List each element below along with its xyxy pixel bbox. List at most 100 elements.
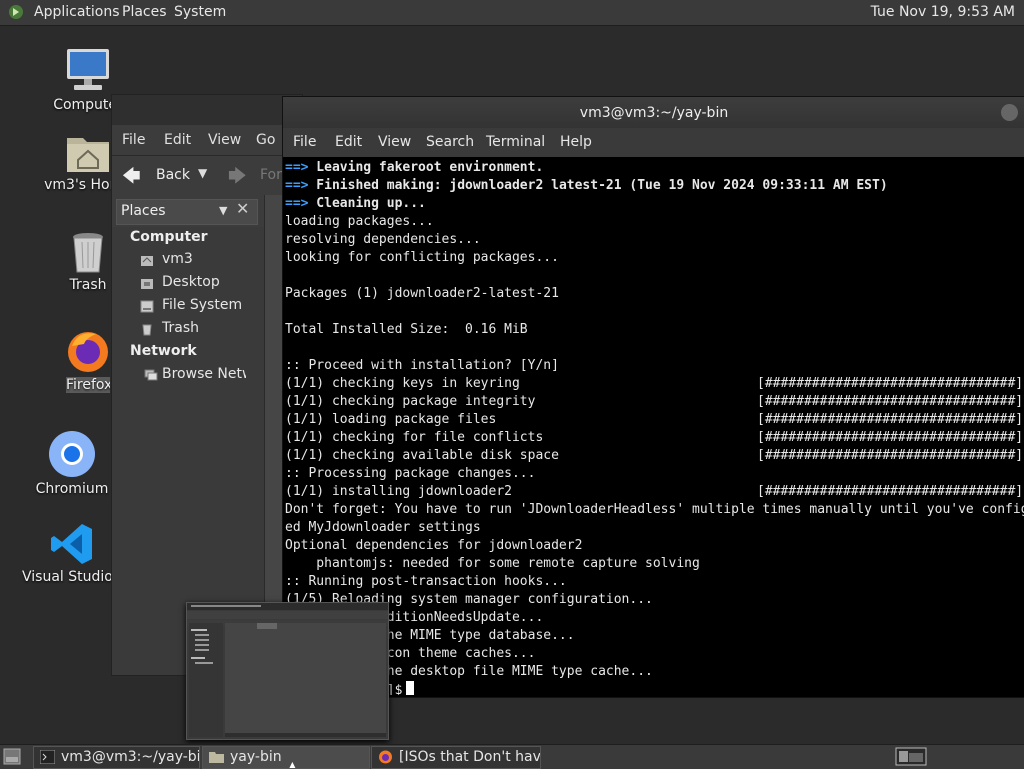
sidebar-item-trash[interactable]: Trash — [162, 320, 199, 336]
workspace-switcher-icon[interactable] — [895, 747, 927, 766]
forward-arrow-icon: 🡆 — [228, 166, 247, 187]
back-history-dropdown-icon[interactable]: ▼ — [198, 166, 207, 180]
file-manager-window[interactable]: File Edit View Go 🡄 Back ▼ 🡆 Forward Pla… — [111, 94, 303, 676]
terminal-line: (1/1) loading package files [############… — [285, 411, 1024, 429]
window-preview-thumbnail[interactable] — [186, 602, 389, 740]
terminal-output[interactable]: ==> Leaving fakeroot environment. ==> Fin… — [285, 159, 1024, 695]
terminal-menu-file[interactable]: File — [293, 134, 316, 150]
taskbar-item-label: yay-bin — [230, 749, 282, 765]
sidebar-item-desktop[interactable]: Desktop — [162, 274, 220, 290]
applications-menu[interactable]: Applications — [34, 4, 120, 20]
terminal-line: Total Installed Size: 0.16 MiB — [285, 321, 1024, 339]
terminal-line: Don't forget: You have to run 'JDownload… — [285, 501, 1024, 519]
terminal-line: bin]$ — [285, 681, 1024, 695]
taskbar-item-label: [ISOs that Don't hav... — [399, 749, 541, 765]
sidebar-heading-network: Network — [130, 343, 197, 359]
terminal-line: ConditionNeedsUpdate... — [285, 609, 1024, 627]
fm-menu-view[interactable]: View — [208, 132, 241, 148]
terminal-menubar: File Edit View Search Terminal Help — [283, 128, 1024, 157]
desktop-icon-label: Chromium — [35, 481, 109, 497]
terminal-line-text: :: Proceed with installation? [Y/n] — [285, 358, 559, 373]
fm-menu-file[interactable]: File — [122, 132, 145, 148]
places-dropdown-label: Places — [121, 203, 166, 219]
sidebar-item-file-system[interactable]: File System — [162, 297, 242, 313]
progress-bar-text: [################################] — [757, 412, 1024, 427]
desktop-icon-label: Visual Studio Code — [22, 569, 122, 585]
fm-menu-go[interactable]: Go — [256, 132, 275, 148]
window-title: vm3@vm3:~/yay-bin — [579, 105, 729, 121]
terminal-line-text: ed MyJdownloader settings — [285, 520, 481, 535]
desktop-icon-chromium[interactable]: Chromium — [22, 430, 122, 500]
computer-icon — [67, 49, 109, 90]
terminal-line: g the MIME type database... — [285, 627, 1024, 645]
terminal-line: ==> Cleaning up... — [285, 195, 1024, 213]
show-desktop-icon[interactable] — [3, 748, 21, 765]
places-menu[interactable]: Places — [122, 4, 167, 20]
terminal-line: Packages (1) jdownloader2-latest-21 — [285, 285, 1024, 303]
back-button[interactable]: Back — [156, 167, 190, 183]
taskbar-item-terminal[interactable]: vm3@vm3:~/yay-bin — [33, 746, 200, 769]
terminal-line: resolving dependencies... — [285, 231, 1024, 249]
sidebar-item-browse-network[interactable]: Browse Network — [162, 366, 246, 382]
window-control-icon[interactable] — [1001, 104, 1018, 121]
fm-menu-edit[interactable]: Edit — [164, 132, 191, 148]
terminal-line: (1/1) installing jdownloader2 [##########… — [285, 483, 1024, 501]
terminal-line: (1/1) checking keys in keyring [#########… — [285, 375, 1024, 393]
terminal-line-text: (1/1) checking package integrity — [285, 394, 536, 409]
system-menu[interactable]: System — [174, 4, 226, 20]
sidebar-item-vm3[interactable]: vm3 — [162, 251, 193, 267]
terminal-line: (1/5) Reloading system manager configura… — [285, 591, 1024, 609]
terminal-menu-edit[interactable]: Edit — [335, 134, 362, 150]
terminal-line-text: phantomjs: needed for some remote captur… — [285, 556, 700, 571]
taskbar-item-firefox[interactable]: [ISOs that Don't hav... — [371, 746, 541, 769]
taskbar-item-label: vm3@vm3:~/yay-bin — [61, 749, 200, 765]
terminal-line-text: :: Processing package changes... — [285, 466, 536, 481]
trash-icon — [142, 324, 152, 336]
terminal-line: :: Processing package changes... — [285, 465, 1024, 483]
arrow-prefix: ==> — [285, 196, 309, 211]
terminal-line: ==> Finished making: jdownloader2 latest… — [285, 177, 1024, 195]
terminal-window[interactable]: vm3@vm3:~/yay-bin File Edit View Search … — [282, 96, 1024, 698]
terminal-menu-view[interactable]: View — [378, 134, 411, 150]
terminal-line: (1/1) checking package integrity [#######… — [285, 393, 1024, 411]
terminal-line: (1/1) checking for file conflicts [######… — [285, 429, 1024, 447]
clock[interactable]: Tue Nov 19, 9:53 AM — [871, 4, 1015, 20]
terminal-line-text: Don't forget: You have to run 'JDownload… — [285, 502, 1024, 517]
terminal-line: looking for conflicting packages... — [285, 249, 1024, 267]
desktop-folder-icon — [141, 279, 153, 289]
top-panel: Applications Places System Tue Nov 19, 9… — [0, 0, 1024, 26]
terminal-line-text: Total Installed Size: 0.16 MiB — [285, 322, 528, 337]
trash-icon — [73, 233, 103, 273]
close-sidebar-icon[interactable]: ✕ — [236, 199, 249, 218]
desktop-icon-vscode[interactable]: Visual Studio Code — [22, 520, 122, 590]
back-arrow-icon[interactable]: 🡄 — [122, 164, 141, 194]
terminal-line: loading packages... — [285, 213, 1024, 231]
file-manager-titlebar[interactable] — [112, 95, 302, 125]
terminal-menu-terminal[interactable]: Terminal — [486, 134, 545, 150]
file-manager-menubar: File Edit View Go — [112, 125, 302, 155]
terminal-line: phantomjs: needed for some remote captur… — [285, 555, 1024, 573]
terminal-menu-help[interactable]: Help — [560, 134, 592, 150]
terminal-line: Optional dependencies for jdownloader2 — [285, 537, 1024, 555]
terminal-line-text: (1/1) checking for file conflicts — [285, 430, 544, 445]
terminal-line-text: Leaving fakeroot environment. — [308, 160, 544, 175]
firefox-icon — [379, 750, 392, 764]
terminal-line: g icon theme caches... — [285, 645, 1024, 663]
terminal-icon — [40, 750, 55, 764]
arrow-prefix: ==> — [285, 160, 309, 175]
terminal-line: (1/1) checking available disk space [####… — [285, 447, 1024, 465]
terminal-line-text: Packages (1) jdownloader2-latest-21 — [285, 286, 559, 301]
terminal-line-text: (1/1) installing jdownloader2 — [285, 484, 512, 499]
terminal-titlebar[interactable]: vm3@vm3:~/yay-bin — [283, 97, 1024, 128]
browse-network-label: Browse Network — [162, 366, 246, 382]
file-manager-thumbnail-image — [187, 603, 388, 739]
distro-logo-icon[interactable] — [8, 4, 24, 20]
folder-icon — [209, 752, 224, 763]
terminal-line: :: Running post-transaction hooks... — [285, 573, 1024, 591]
terminal-line-text: looking for conflicting packages... — [285, 250, 559, 265]
taskbar-item-file-manager[interactable]: yay-bin ▲ — [202, 746, 370, 769]
terminal-line-text: (1/1) checking keys in keyring — [285, 376, 520, 391]
terminal-menu-search[interactable]: Search — [426, 134, 474, 150]
file-manager-toolbar: 🡄 Back ▼ 🡆 Forward — [112, 155, 302, 196]
